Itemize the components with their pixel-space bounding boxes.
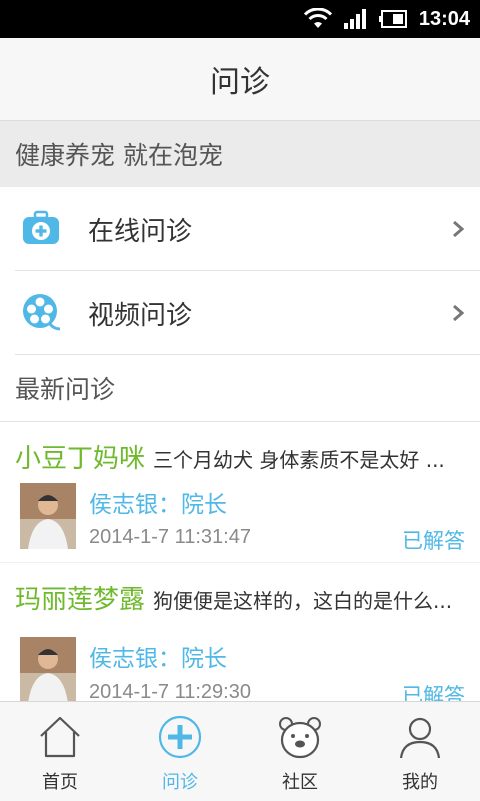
home-icon	[40, 716, 80, 758]
consult-time: 2014-1-7 11:29:30	[89, 681, 251, 702]
chevron-right-icon	[453, 304, 465, 322]
tab-home[interactable]: 首页	[0, 702, 120, 801]
section-title-latest: 最新问诊	[15, 375, 116, 404]
consult-doctor: 侯志银：院长	[89, 646, 227, 672]
bottom-tab-bar: 首页 问诊 社区 我的	[0, 701, 480, 801]
doctor-photo	[20, 637, 76, 702]
status-badge: 已解答	[402, 684, 465, 702]
doctor-avatar	[20, 483, 76, 549]
tab-label-mine: 我的	[402, 772, 438, 793]
consult-user-name: 小豆丁妈咪	[15, 444, 146, 474]
slogan-banner: 健康养宠 就在泡宠	[0, 121, 480, 187]
tab-community[interactable]: 社区	[240, 702, 360, 801]
consult-time: 2014-1-7 11:31:47	[89, 526, 251, 548]
menu-online-consult[interactable]: 在线问诊	[0, 187, 480, 271]
page-title: 问诊	[210, 65, 270, 100]
consult-question: 狗便便是这样的，这白的是什么...	[153, 589, 453, 613]
consultation-item[interactable]: 玛丽莲梦露 狗便便是这样的，这白的是什么... 侯志银：院长 2014-1-7 …	[0, 562, 480, 702]
tab-label-community: 社区	[282, 772, 318, 793]
consultation-list[interactable]: 小豆丁妈咪 三个月幼犬 身体素质不是太好 ... 侯志银：院长 2014-1-7…	[0, 421, 480, 702]
tab-label-consult: 问诊	[162, 772, 198, 793]
status-bar: 13:04	[0, 0, 480, 38]
plus-circle-icon	[158, 715, 202, 759]
wifi-icon	[303, 8, 332, 28]
battery-icon	[378, 10, 407, 28]
bear-icon	[279, 717, 321, 759]
medical-kit-icon	[23, 210, 59, 244]
status-icons: 13:04	[303, 0, 470, 38]
consult-question: 三个月幼犬 身体素质不是太好 ...	[153, 448, 445, 472]
film-reel-icon	[23, 294, 61, 331]
status-time: 13:04	[418, 7, 470, 30]
title-bar: 问诊	[0, 38, 480, 121]
consultation-item[interactable]: 小豆丁妈咪 三个月幼犬 身体素质不是太好 ... 侯志银：院长 2014-1-7…	[0, 422, 480, 562]
menu-label-online-consult: 在线问诊	[88, 216, 193, 247]
signal-icon	[343, 9, 366, 29]
consult-user-name: 玛丽莲梦露	[15, 585, 146, 615]
chevron-right-icon	[453, 220, 465, 238]
doctor-avatar	[20, 637, 76, 702]
person-icon	[399, 717, 441, 759]
tab-mine[interactable]: 我的	[360, 702, 480, 801]
divider	[15, 354, 480, 355]
menu-label-video-consult: 视频问诊	[88, 300, 193, 331]
status-badge: 已解答	[402, 529, 465, 553]
slogan-text: 健康养宠 就在泡宠	[15, 141, 223, 170]
menu-video-consult[interactable]: 视频问诊	[0, 271, 480, 355]
tab-consult[interactable]: 问诊	[120, 702, 240, 801]
tab-label-home: 首页	[42, 772, 78, 793]
doctor-photo	[20, 483, 76, 549]
consult-doctor: 侯志银：院长	[89, 492, 227, 518]
